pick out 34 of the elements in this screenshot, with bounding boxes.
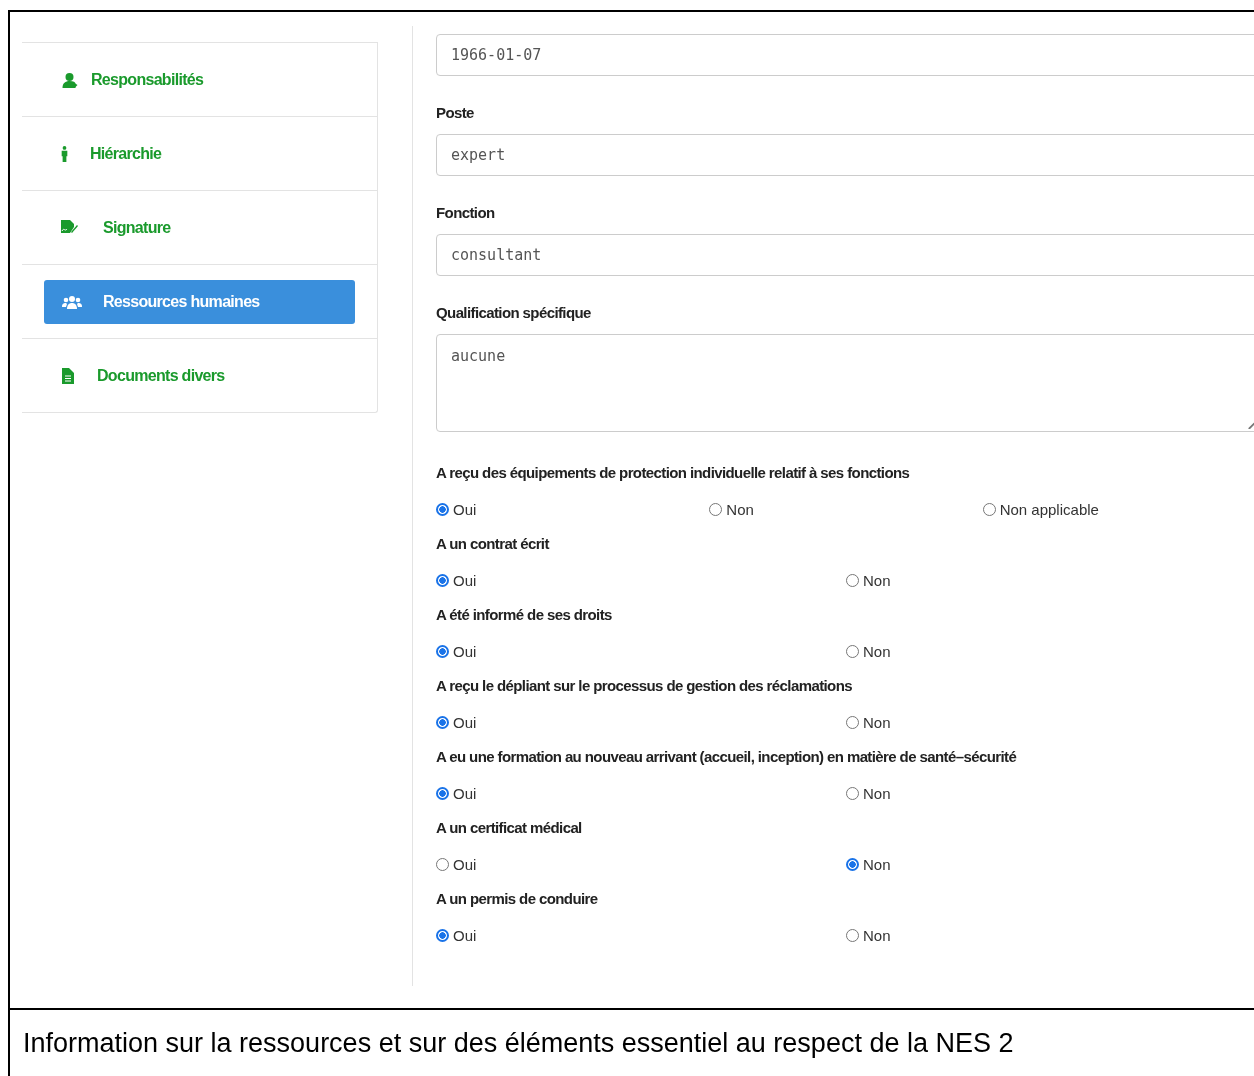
question-label: A un certificat médical (436, 819, 583, 838)
option-label[interactable]: Oui (453, 855, 477, 873)
question-label: A un permis de conduire (436, 890, 599, 909)
question-label: A reçu des équipements de protection individuelle relatif à ses fonctions (436, 464, 911, 483)
sidebar-item[interactable]: Responsabilités (44, 57, 356, 102)
option-label[interactable]: Oui (453, 713, 477, 731)
field-label: Qualification spécifique (436, 304, 592, 321)
option-label[interactable]: Non (863, 784, 891, 802)
option-label[interactable]: Oui (453, 642, 477, 660)
option-label[interactable]: Oui (453, 500, 477, 518)
option-label[interactable]: Non (863, 713, 891, 731)
option-label[interactable]: Non (726, 500, 754, 518)
field-label: Poste (436, 104, 475, 121)
field-label: Fonction (436, 204, 496, 221)
question-label: A reçu le dépliant sur le processus de gestion des réclamations (436, 677, 853, 696)
sidebar-item[interactable]: Hiérarchie (44, 131, 356, 176)
text-area[interactable]: aucune (436, 334, 1254, 432)
question-label: A eu une formation au nouveau arrivant (accueil, inception) en matière de santé–sécurité (436, 748, 1018, 767)
option-label[interactable]: Non (863, 571, 891, 589)
input-field[interactable]: expert (436, 134, 1254, 176)
question-label: A un contrat écrit (436, 535, 551, 554)
input-field[interactable]: consultant (436, 234, 1254, 276)
option-label[interactable]: Oui (453, 571, 477, 589)
caption-text: Information sur la ressources et sur des éléments essentiel au respect de la NES 2 (23, 1027, 1014, 1059)
sidebar-item[interactable]: Signature (44, 205, 356, 250)
option-label[interactable]: Oui (453, 784, 477, 802)
sidebar-item[interactable]: Documents divers (44, 353, 356, 398)
option-label[interactable]: Non (863, 642, 891, 660)
option-label[interactable]: Non (863, 855, 891, 873)
option-label[interactable]: Oui (453, 926, 477, 944)
input-field[interactable]: 1966-01-07 (436, 34, 1254, 76)
option-label[interactable]: Non applicable (999, 500, 1099, 518)
question-label: A été informé de ses droits (436, 606, 613, 625)
option-label[interactable]: Non (863, 926, 891, 944)
